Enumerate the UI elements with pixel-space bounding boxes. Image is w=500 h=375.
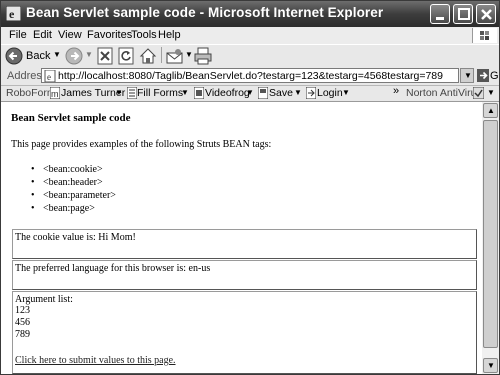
more-links-chevron[interactable]: » [393,85,399,97]
list-item: • <bean:header> [31,177,103,188]
norton-dropdown-icon[interactable]: ▼ [487,88,495,97]
links-bar: RoboForm m James Turner ▼ Fill Forms ▼ V… [1,85,499,102]
preferred-language-text: The preferred language for this browser … [15,263,211,274]
address-dropdown-button[interactable]: ▼ [460,68,474,83]
login-button[interactable]: Login [317,87,343,99]
go-arrow-icon[interactable] [477,69,489,82]
svg-text:e: e [47,72,51,82]
cookie-value-text: The cookie value is: Hi Mom! [15,232,136,243]
ie-logo-icon: e [6,6,21,21]
home-icon[interactable] [139,47,157,65]
argument-list-label: Argument list: [15,294,73,305]
scroll-down-button[interactable]: ▼ [483,358,498,373]
save-icon [258,87,268,99]
address-url: http://localhost:8080/Taglib/BeanServlet… [58,70,443,82]
identity-dropdown-icon[interactable]: ▼ [115,88,123,97]
minimize-icon [436,17,444,20]
norton-icon[interactable] [473,87,484,99]
chevron-up-icon: ▲ [487,106,495,115]
fill-forms-button[interactable]: Fill Forms [137,87,183,99]
list-item: • <bean:cookie> [31,164,103,175]
page-icon: e [44,70,56,82]
save-button[interactable]: Save [269,87,293,99]
windows-logo-icon [472,28,497,43]
videofrog-dropdown-icon[interactable]: ▼ [246,88,254,97]
fill-forms-icon [127,87,137,99]
svg-text:e: e [9,7,15,21]
argument-box: Argument list: 123 456 789 Click here to… [12,291,477,374]
menu-help[interactable]: Help [158,29,181,41]
menu-bar: File Edit View Favorites Tools Help [1,27,499,44]
maximize-icon [458,8,470,20]
title-bar: e Bean Servlet sample code - Microsoft I… [1,1,499,27]
mail-dropdown-icon[interactable]: ▼ [185,50,193,59]
login-icon [306,87,316,99]
argument-value: 789 [15,329,30,340]
login-dropdown-icon[interactable]: ▼ [342,88,350,97]
close-button[interactable] [476,4,496,24]
back-dropdown-icon[interactable]: ▼ [53,50,61,59]
back-arrow-icon [5,47,23,65]
language-box: The preferred language for this browser … [12,260,477,290]
roboform-label[interactable]: RoboForm [6,87,56,99]
svg-text:m: m [51,89,59,99]
forward-arrow-icon[interactable] [65,47,83,65]
videofrog-icon [194,87,204,99]
refresh-icon[interactable] [118,47,135,65]
minimize-button[interactable] [430,4,450,24]
close-icon [481,9,492,20]
fill-forms-dropdown-icon[interactable]: ▼ [181,88,189,97]
chevron-down-icon: ▼ [464,71,472,80]
argument-value: 123 [15,305,30,316]
go-button[interactable]: Go [490,70,499,82]
menu-file[interactable]: File [9,29,27,41]
identity-icon: m [50,87,60,99]
standard-toolbar: Back ▼ ▼ ▼ [1,44,499,68]
back-label: Back [26,50,51,62]
videofrog-button[interactable]: Videofrog [205,87,250,99]
list-item: • <bean:parameter> [31,190,116,201]
intro-text: This page provides examples of the follo… [11,139,272,150]
norton-antivirus-label[interactable]: Norton AntiVirus [406,87,482,99]
submit-values-link[interactable]: Click here to submit values to this page… [15,355,176,366]
page-content: Bean Servlet sample code This page provi… [1,102,482,374]
argument-value: 456 [15,317,30,328]
menu-view[interactable]: View [58,29,82,41]
list-item: • <bean:page> [31,203,95,214]
cookie-box: The cookie value is: Hi Mom! [12,229,477,259]
scrollbar-thumb[interactable] [483,120,498,348]
vertical-scrollbar[interactable]: ▲ ▼ [482,102,499,374]
window-title: Bean Servlet sample code - Microsoft Int… [26,5,384,20]
stop-icon[interactable] [97,47,114,65]
mail-icon[interactable] [166,47,184,65]
save-dropdown-icon[interactable]: ▼ [294,88,302,97]
chevron-down-icon: ▼ [487,361,495,370]
address-field[interactable]: e http://localhost:8080/Taglib/BeanServl… [41,68,459,83]
menu-edit[interactable]: Edit [33,29,52,41]
address-bar: Address e http://localhost:8080/Taglib/B… [1,67,499,86]
print-icon[interactable] [194,47,212,65]
forward-dropdown-icon[interactable]: ▼ [85,50,93,59]
scroll-up-button[interactable]: ▲ [483,103,498,118]
menu-favorites[interactable]: Favorites [87,29,132,41]
menu-tools[interactable]: Tools [131,29,157,41]
maximize-button[interactable] [453,4,473,24]
page-title: Bean Servlet sample code [11,112,131,124]
browser-window: e Bean Servlet sample code - Microsoft I… [0,0,500,375]
